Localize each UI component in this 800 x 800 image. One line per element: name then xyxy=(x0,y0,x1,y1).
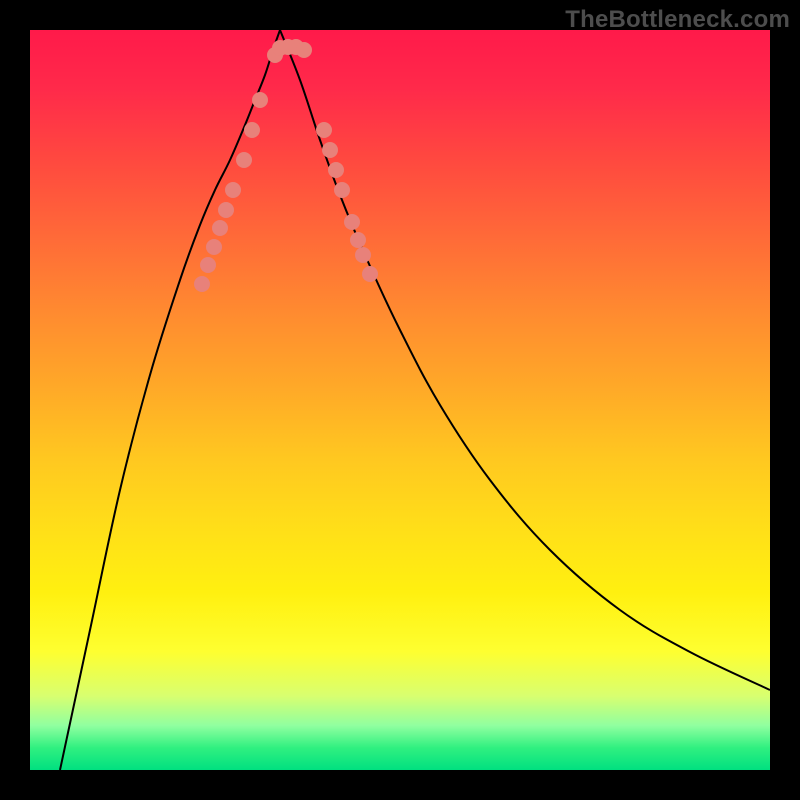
data-point xyxy=(296,42,312,58)
curve-left-curve xyxy=(60,30,280,770)
data-point xyxy=(362,266,378,282)
data-point xyxy=(225,182,241,198)
data-point xyxy=(334,182,350,198)
chart-svg xyxy=(30,30,770,770)
data-point xyxy=(355,247,371,263)
data-point xyxy=(212,220,228,236)
data-point xyxy=(236,152,252,168)
data-point xyxy=(350,232,366,248)
data-point xyxy=(244,122,260,138)
data-point xyxy=(328,162,344,178)
dots-group xyxy=(194,39,378,292)
curves-group xyxy=(60,30,770,770)
data-point xyxy=(252,92,268,108)
curve-right-curve xyxy=(280,30,770,690)
data-point xyxy=(322,142,338,158)
data-point xyxy=(218,202,234,218)
data-point xyxy=(200,257,216,273)
data-point xyxy=(316,122,332,138)
data-point xyxy=(344,214,360,230)
data-point xyxy=(206,239,222,255)
data-point xyxy=(194,276,210,292)
